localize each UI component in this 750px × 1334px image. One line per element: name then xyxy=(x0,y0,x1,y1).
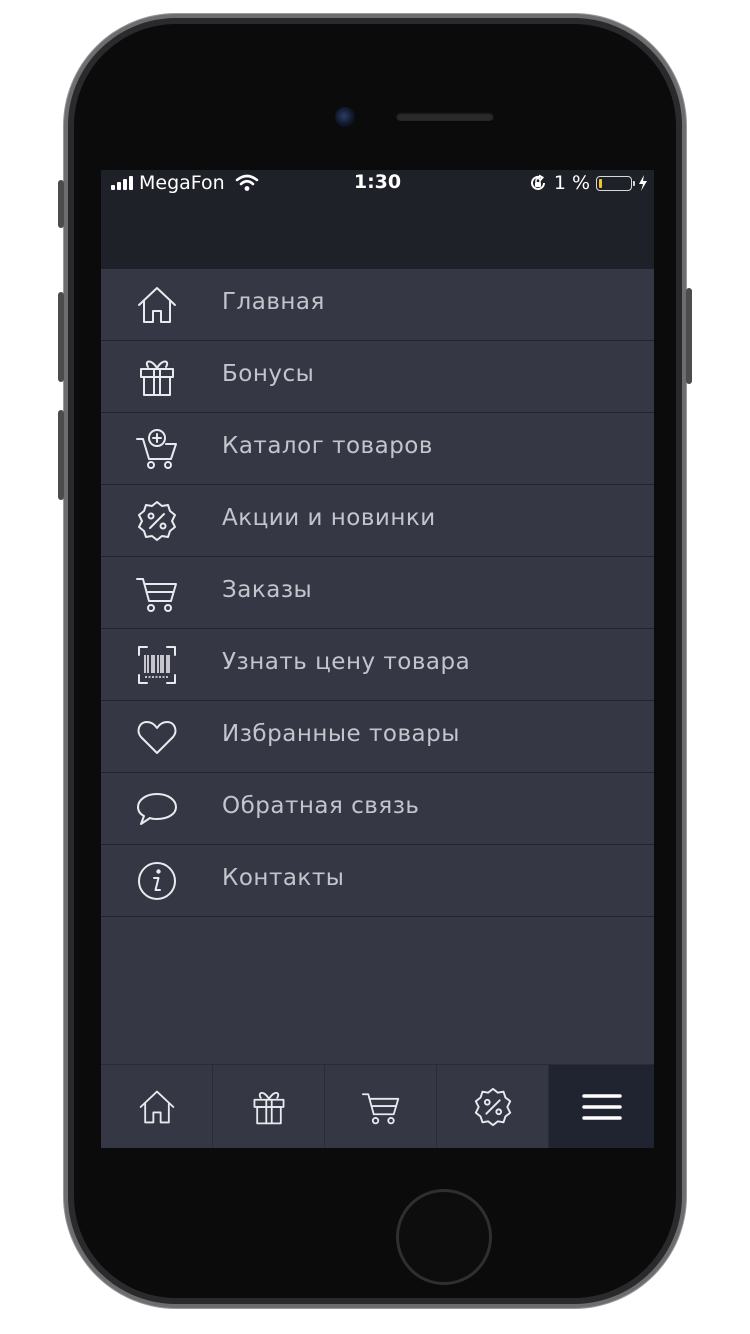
menu-item-home[interactable]: Главная xyxy=(101,269,654,341)
app-screen: MegaFon 1:30 1 % Главная Бонусы Каталог … xyxy=(101,170,654,1148)
home-icon xyxy=(138,287,176,323)
hamburger-menu-icon xyxy=(581,1094,622,1120)
earpiece-speaker xyxy=(396,112,494,121)
battery-icon xyxy=(596,175,635,191)
barcode-scan-icon xyxy=(138,646,176,684)
header-band xyxy=(101,198,654,269)
cart-icon xyxy=(361,1093,399,1125)
info-icon xyxy=(138,862,176,900)
menu-item-label: Контакты xyxy=(222,865,345,891)
rotation-lock-icon xyxy=(530,174,545,190)
home-icon xyxy=(139,1090,174,1124)
menu-item-label: Бонусы xyxy=(222,361,315,387)
battery-level-fill xyxy=(599,178,602,188)
menu-item-label: Главная xyxy=(222,289,325,315)
bottom-tab-bar xyxy=(101,1064,654,1148)
menu-item-contacts[interactable]: Контакты xyxy=(101,845,654,917)
mute-switch xyxy=(58,180,64,228)
menu-item-promotions[interactable]: Акции и новинки xyxy=(101,485,654,557)
tab-bonuses[interactable] xyxy=(213,1065,325,1148)
status-bar: MegaFon 1:30 1 % xyxy=(101,170,654,198)
front-camera xyxy=(335,107,355,127)
menu-item-label: Каталог товаров xyxy=(222,433,433,459)
cart-plus-icon xyxy=(136,429,177,469)
menu-item-label: Акции и новинки xyxy=(222,505,436,531)
menu-item-bonuses[interactable]: Бонусы xyxy=(101,341,654,413)
tab-cart[interactable] xyxy=(325,1065,437,1148)
menu-item-catalog[interactable]: Каталог товаров xyxy=(101,413,654,485)
cart-icon xyxy=(136,578,177,612)
charging-bolt-icon xyxy=(639,175,647,191)
menu-item-label: Избранные товары xyxy=(222,721,460,747)
discount-badge-icon xyxy=(474,1087,511,1127)
heart-icon xyxy=(137,721,177,754)
volume-down-button xyxy=(58,410,64,500)
chat-bubble-icon xyxy=(137,793,177,825)
tab-home[interactable] xyxy=(101,1065,213,1148)
side-menu: Главная Бонусы Каталог товаров Акции и н… xyxy=(101,269,654,917)
menu-item-orders[interactable]: Заказы xyxy=(101,557,654,629)
discount-badge-icon xyxy=(138,501,176,541)
tab-menu[interactable] xyxy=(549,1065,654,1148)
home-button[interactable] xyxy=(396,1189,492,1285)
menu-item-label: Заказы xyxy=(222,577,313,603)
menu-item-favorites[interactable]: Избранные товары xyxy=(101,701,654,773)
menu-item-price-check[interactable]: Узнать цену товара xyxy=(101,629,654,701)
menu-item-label: Узнать цену товара xyxy=(222,649,471,675)
tab-promotions[interactable] xyxy=(437,1065,549,1148)
menu-item-label: Обратная связь xyxy=(222,793,420,819)
menu-item-feedback[interactable]: Обратная связь xyxy=(101,773,654,845)
battery-group: 1 % xyxy=(528,172,648,194)
battery-percent: 1 % xyxy=(553,172,590,194)
gift-icon xyxy=(140,360,174,396)
gift-icon xyxy=(253,1092,284,1125)
power-button xyxy=(686,288,692,384)
volume-up-button xyxy=(58,292,64,382)
